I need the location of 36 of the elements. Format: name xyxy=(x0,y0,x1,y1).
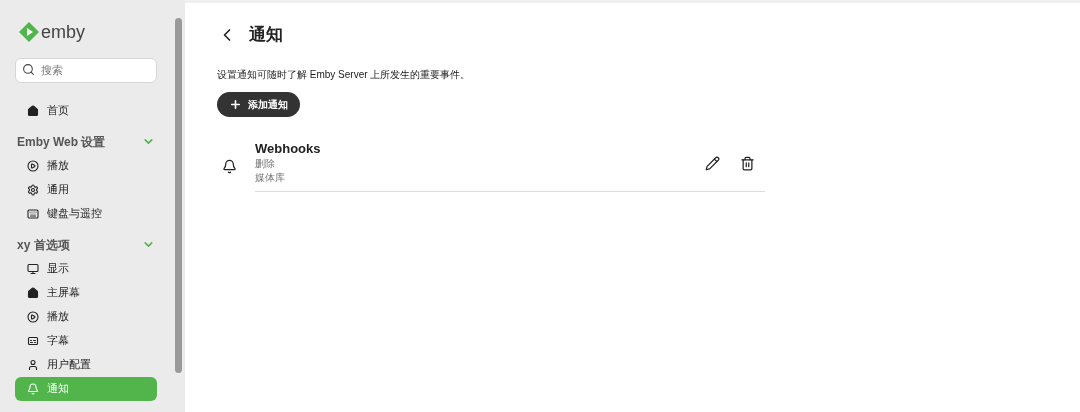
monitor-icon xyxy=(27,262,39,275)
sidebar-item[interactable]: 播放 xyxy=(15,153,157,178)
home-icon xyxy=(27,286,39,299)
sidebar-item[interactable]: 主屏幕 xyxy=(15,280,157,305)
page-title: 通知 xyxy=(249,24,283,47)
search-field[interactable]: 搜索 xyxy=(15,57,157,83)
play-icon xyxy=(27,310,39,323)
sidebar-item[interactable]: 键盘与遥控 xyxy=(15,201,157,226)
captions-icon xyxy=(27,334,39,347)
description: 设置通知可随时了解 Emby Server 上所发生的重要事件。 xyxy=(217,68,472,82)
play-icon xyxy=(27,159,39,172)
user-icon xyxy=(27,358,39,371)
notification-name[interactable]: Webhooks xyxy=(255,141,705,157)
sidebar-item[interactable]: 显示 xyxy=(15,256,157,281)
plus-icon xyxy=(229,98,242,111)
logo-icon xyxy=(19,22,39,42)
search-icon xyxy=(22,63,35,76)
sidebar-item[interactable]: 通用 xyxy=(15,177,157,202)
notification-detail: 媒体库 xyxy=(255,171,286,185)
section-header[interactable]: Emby Web 设置 xyxy=(15,129,157,154)
sidebar-item[interactable]: 字幕 xyxy=(15,328,157,353)
notification-detail: 删除 xyxy=(255,157,276,171)
keyboard-icon xyxy=(27,207,39,220)
sidebar-item[interactable]: 播放 xyxy=(15,304,157,329)
bell-icon xyxy=(27,382,39,395)
edit-icon[interactable] xyxy=(705,155,720,171)
add-notification-button[interactable]: 添加通知 xyxy=(217,92,300,117)
home-icon xyxy=(27,104,39,117)
logo-text: emby xyxy=(41,23,85,41)
scrollbar[interactable] xyxy=(172,0,185,412)
sidebar-item[interactable]: 用户配置 xyxy=(15,352,157,377)
sidebar-item[interactable]: 首页 xyxy=(15,98,157,123)
bell-icon xyxy=(222,159,237,174)
section-header[interactable]: xy 首选项 xyxy=(15,232,157,257)
gear-icon xyxy=(27,183,39,196)
delete-icon[interactable] xyxy=(740,155,755,171)
